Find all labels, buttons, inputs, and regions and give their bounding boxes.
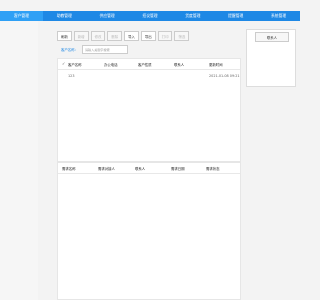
header-customer-type: 客户性质 [138,62,152,67]
header-demand-name: 需求名称 [62,166,76,171]
right-panel: 联系人 [246,29,296,87]
print-button[interactable]: 打印 [157,31,173,41]
header-demand-contact: 联系人 [135,166,146,171]
refresh-button[interactable]: 刷新 [57,31,72,41]
delete-button[interactable]: 删除 [107,31,123,41]
nav-item-system[interactable]: 系统管理 [257,11,300,21]
search-input[interactable]: 请输入关键字搜索 [81,45,128,54]
header-office-phone: 办公电话 [104,62,118,67]
nav-item-inventory[interactable]: 货度管理 [171,11,214,21]
header-contact: 联系人 [174,62,185,67]
nav-item-bidding[interactable]: 招议管理 [129,11,172,21]
header-customer-name: 客户名称 [68,62,82,67]
contacts-button[interactable]: 联系人 [255,32,289,42]
table-row[interactable]: 123 2021-01-08 09:21 [58,71,240,81]
nav-item-supply[interactable]: 供应管理 [86,11,129,21]
filter-label: 客户名称： [61,48,78,52]
check-icon[interactable]: ✓ [62,59,66,69]
header-demand-status: 需求状态 [206,166,220,171]
header-demand-date: 需求日期 [171,166,185,171]
top-navigation: 客户管理 助教管理 供应管理 招议管理 货度管理 提醒管理 系统管理 [0,11,300,21]
cell-customer-name: 123 [68,74,75,78]
customer-table: ✓ 客户名称 办公电话 客户性质 联系人 更新时间 123 2021-01-08… [57,58,241,162]
customer-table-header: ✓ 客户名称 办公电话 客户性质 联系人 更新时间 [58,59,240,70]
demand-table-header: 需求名称 需求对接人 联系人 需求日期 需求状态 [58,163,240,174]
nav-item-assistants[interactable]: 助教管理 [43,11,86,21]
filter-bar: 客户名称： 请输入关键字搜索 [61,45,128,54]
demand-table: 需求名称 需求对接人 联系人 需求日期 需求状态 [57,162,241,300]
header-demand-owner: 需求对接人 [98,166,115,171]
toolbar: 刷新 新增 修改 删除 导入 导出 打印 筛选 [57,31,190,41]
import-button[interactable]: 导入 [124,31,139,41]
header-updated: 更新时间 [209,62,223,67]
export-button[interactable]: 导出 [140,31,156,41]
left-sidebar [0,21,38,300]
cell-updated: 2021-01-08 09:21 [209,74,240,78]
filter-button[interactable]: 筛选 [174,31,190,41]
nav-item-reminders[interactable]: 提醒管理 [214,11,257,21]
edit-button[interactable]: 修改 [90,31,106,41]
nav-item-customers[interactable]: 客户管理 [0,11,43,21]
add-button[interactable]: 新增 [73,31,89,41]
